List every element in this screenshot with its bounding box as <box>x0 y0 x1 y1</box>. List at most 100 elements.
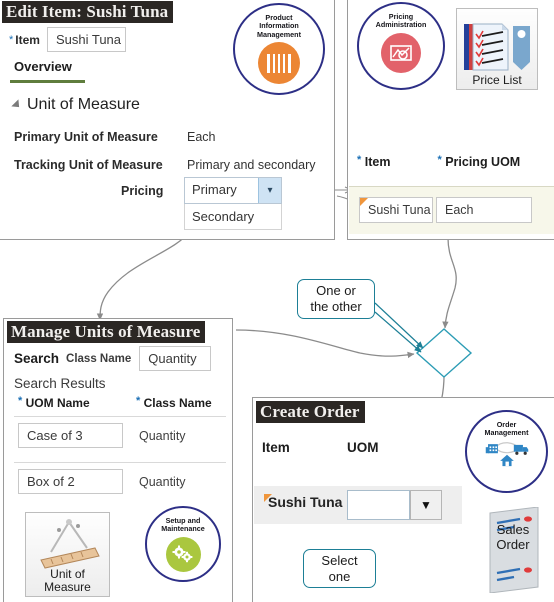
col-uom-name-text: UOM Name <box>25 396 90 410</box>
pricing-option-secondary[interactable]: Secondary <box>184 204 282 230</box>
pricing-item-value: Sushi Tuna <box>368 203 431 217</box>
tab-active-underline <box>10 80 85 83</box>
pricing-table-row: Sushi Tuna Each <box>359 197 532 223</box>
sales-order-icon-label: Sales Order <box>482 522 544 552</box>
row-divider <box>14 462 226 463</box>
supply-chain-glyph-wrap <box>485 439 529 469</box>
tracking-uom-row: Tracking Unit of Measure <box>14 158 163 172</box>
callout-line2: the other <box>310 299 362 314</box>
primary-uom-value: Each <box>187 130 216 144</box>
callout-line1: Select <box>321 552 358 568</box>
class-name-value-1: Quantity <box>139 428 186 443</box>
primary-uom-value-wrap: Each <box>187 130 216 144</box>
order-column-headers: Item UOM <box>262 440 379 455</box>
col-class-name-text: Class Name <box>143 396 212 410</box>
pricing-selected-value: Primary <box>192 182 237 197</box>
pricing-item-cell[interactable]: Sushi Tuna <box>359 197 433 223</box>
tracking-uom-value-wrap: Primary and secondary <box>187 158 316 172</box>
diagram-canvas: Edit Item: Sushi Tuna * Item Sushi Tuna … <box>0 0 554 602</box>
tracking-uom-label: Tracking Unit of Measure <box>14 158 163 172</box>
unit-of-measure-section-header[interactable]: Unit of Measure <box>11 96 140 114</box>
price-analysis-glyph <box>390 45 412 61</box>
tracking-uom-value: Primary and secondary <box>187 158 316 172</box>
decision-diamond <box>415 328 473 378</box>
so-line1: Sales <box>496 522 530 537</box>
pim-line3: Management <box>257 29 301 39</box>
uom-name-input-2[interactable]: Box of 2 <box>18 469 123 494</box>
order-mgmt-icon-label: Order Management <box>469 420 543 438</box>
tab-overview[interactable]: Overview <box>14 59 72 74</box>
class-name-value-2: Quantity <box>139 474 186 489</box>
create-order-panel: Create Order Item UOM Sushi Tuna ▼ Order… <box>252 397 554 602</box>
primary-uom-label: Primary Unit of Measure <box>14 130 158 144</box>
results-column-headers: * UOM Name * Class Name <box>18 395 230 411</box>
product-information-management-icon: Product Information Management <box>233 3 325 95</box>
manage-units-of-measure-panel: Manage Units of Measure Search Class Nam… <box>3 318 233 602</box>
pricing-table-header: * Item * Pricing UOM <box>357 154 521 170</box>
gears-disc <box>165 536 201 572</box>
item-label: Item <box>15 32 40 47</box>
required-star-icon: * <box>357 154 362 166</box>
so-line2: Order <box>496 537 530 552</box>
setup-icon-label: Setup and Maintenance <box>149 516 217 534</box>
callout-line2: one <box>328 568 351 584</box>
required-star-icon: * <box>18 395 23 407</box>
balance-scale-glyph <box>39 519 100 569</box>
edit-item-panel: Edit Item: Sushi Tuna * Item Sushi Tuna … <box>0 0 335 240</box>
search-row: Search Class Name Quantity <box>14 346 212 371</box>
table-row: Case of 3 Quantity <box>18 423 186 448</box>
required-star-icon: * <box>136 395 141 407</box>
create-order-title-wrap: Create Order <box>256 401 365 423</box>
callout-line1: One or <box>316 283 356 298</box>
pa-line2: Administration <box>375 20 427 30</box>
search-results-label: Search Results <box>14 376 106 391</box>
search-label: Search <box>14 351 60 366</box>
pim-icon-label: Product Information Management <box>238 13 321 39</box>
pricing-admin-icon-label: Pricing Administration <box>362 12 441 30</box>
pricing-uom-cell[interactable]: Each <box>436 197 532 223</box>
col-class-name: * Class Name <box>136 395 212 411</box>
triangle-down-icon[interactable]: ▼ <box>410 490 442 520</box>
row-divider <box>14 416 226 417</box>
collapse-triangle-icon[interactable] <box>11 99 23 111</box>
supply-chain-icon <box>485 442 528 466</box>
price-list-icon[interactable]: Price List <box>456 8 538 90</box>
col-uom-name: * UOM Name <box>18 395 136 411</box>
barcode-icon <box>267 53 291 73</box>
table-row: Box of 2 Quantity <box>18 469 186 494</box>
manage-uom-title-wrap: Manage Units of Measure <box>7 321 206 343</box>
manage-uom-title: Manage Units of Measure <box>7 321 206 343</box>
order-uom-input[interactable] <box>347 490 410 520</box>
col-pricing-uom: Pricing UOM <box>445 155 521 169</box>
order-item-value: Sushi Tuna <box>268 494 343 510</box>
gear-icon <box>172 545 193 563</box>
required-star-icon: * <box>437 154 442 166</box>
pricing-dropdown[interactable]: Primary ▾ Secondary <box>184 177 282 230</box>
chevron-down-icon[interactable]: ▾ <box>258 178 281 203</box>
pricing-label-wrap: Pricing <box>121 184 163 198</box>
sales-order-icon[interactable]: Sales Order <box>482 507 544 593</box>
uom-icon-line2: Measure <box>44 580 91 594</box>
changed-flag-icon <box>264 494 272 502</box>
order-item-cell: Sushi Tuna <box>264 494 342 510</box>
barcode-disc <box>258 42 300 85</box>
order-management-icon: Order Management <box>465 410 548 493</box>
price-list-glyph <box>464 23 530 71</box>
required-star-icon: * <box>9 33 14 46</box>
pricing-administration-panel: Pricing Administration Price List * Item… <box>347 0 554 240</box>
item-field-row: * Item Sushi Tuna <box>9 27 126 52</box>
class-name-input[interactable]: Quantity <box>139 346 212 371</box>
setup-line2: Maintenance <box>161 524 205 534</box>
pricing-dropdown-closed[interactable]: Primary ▾ <box>184 177 282 204</box>
class-name-label: Class Name <box>66 352 132 365</box>
callout-select-one: Select one <box>303 549 376 588</box>
pricing-administration-icon: Pricing Administration <box>357 2 445 90</box>
unit-of-measure-icon[interactable]: Unit of Measure <box>25 512 110 597</box>
col-item: Item <box>364 155 391 169</box>
uom-icon-label: Unit of Measure <box>26 568 109 596</box>
edit-item-title-wrap: Edit Item: Sushi Tuna <box>2 1 174 23</box>
create-order-title: Create Order <box>256 401 365 423</box>
section-title: Unit of Measure <box>27 96 140 113</box>
uom-name-input-1[interactable]: Case of 3 <box>18 423 123 448</box>
item-input[interactable]: Sushi Tuna <box>46 27 126 52</box>
